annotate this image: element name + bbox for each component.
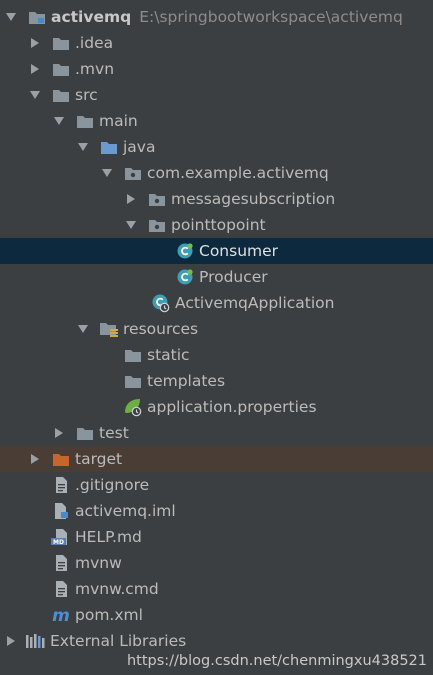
tree-label: Consumer [199, 242, 279, 260]
tree-label: HELP.md [75, 528, 142, 546]
tree-node-static[interactable]: static [0, 342, 433, 368]
tree-label: ActivemqApplication [175, 294, 335, 312]
tree-label: static [147, 346, 190, 364]
tree-label: main [99, 112, 138, 130]
tree-label: pom.xml [75, 606, 143, 624]
tree-label: com.example.activemq [147, 164, 329, 182]
library-icon [25, 628, 45, 654]
tree-label: mvnw.cmd [75, 580, 159, 598]
chevron-right-icon[interactable] [3, 628, 19, 654]
tree-label: pointtopoint [171, 216, 266, 234]
tree-label: src [75, 86, 98, 104]
tree-label: resources [123, 320, 199, 338]
tree-label: mvnw [75, 554, 122, 572]
folder-icon [51, 56, 71, 82]
tree-node-activemq[interactable]: activemq E:\springbootworkspace\activemq [0, 4, 433, 30]
text-file-icon [51, 472, 71, 498]
tree-label: application.properties [147, 398, 317, 416]
tree-label: java [123, 138, 156, 156]
folder-icon [51, 30, 71, 56]
markdown-file-icon: MD [51, 524, 71, 550]
tree-node-pointtopoint[interactable]: pointtopoint [0, 212, 433, 238]
tree-node-help-md[interactable]: MD HELP.md [0, 524, 433, 550]
chevron-right-icon[interactable] [27, 446, 43, 472]
tree-label: test [99, 424, 129, 442]
folder-icon [51, 82, 71, 108]
watermark: https://blog.csdn.net/chenmingxu438521 [126, 653, 427, 669]
maven-icon: m [51, 602, 71, 628]
spring-boot-class-icon [151, 290, 171, 316]
tree-label: .gitignore [75, 476, 150, 494]
tree-node-test[interactable]: test [0, 420, 433, 446]
chevron-down-icon[interactable] [123, 212, 139, 238]
tree-label: activemq.iml [75, 502, 176, 520]
tree-node-main[interactable]: main [0, 108, 433, 134]
folder-icon [123, 368, 143, 394]
project-tree: activemq E:\springbootworkspace\activemq … [0, 4, 433, 654]
module-file-icon [51, 498, 71, 524]
chevron-down-icon[interactable] [3, 4, 19, 30]
module-folder-icon [27, 4, 47, 30]
project-name: activemq E:\springbootworkspace\activemq [51, 4, 403, 30]
chevron-down-icon[interactable] [99, 160, 115, 186]
tree-node-activemq-iml[interactable]: activemq.iml [0, 498, 433, 524]
tree-label: target [75, 450, 123, 468]
tree-label: templates [147, 372, 226, 390]
svg-text:MD: MD [53, 539, 64, 546]
package-icon [147, 186, 167, 212]
tree-node-resources[interactable]: resources [0, 316, 433, 342]
chevron-right-icon[interactable] [123, 186, 139, 212]
chevron-right-icon[interactable] [51, 420, 67, 446]
tree-node-java[interactable]: java [0, 134, 433, 160]
java-class-icon [175, 264, 195, 290]
package-icon [147, 212, 167, 238]
project-name-text: activemq [51, 8, 132, 26]
tree-node-application-properties[interactable]: application.properties [0, 394, 433, 420]
resources-folder-icon [99, 316, 119, 342]
text-file-icon [51, 550, 71, 576]
folder-icon [75, 420, 95, 446]
tree-node-templates[interactable]: templates [0, 368, 433, 394]
chevron-down-icon[interactable] [51, 108, 67, 134]
tree-node-gitignore[interactable]: .gitignore [0, 472, 433, 498]
tree-node-consumer[interactable]: Consumer [0, 238, 433, 264]
tree-label: .mvn [75, 60, 115, 78]
folder-icon [123, 342, 143, 368]
spring-leaf-icon [123, 394, 143, 420]
excluded-folder-icon [51, 446, 71, 472]
package-icon [123, 160, 143, 186]
tree-node-mvnw[interactable]: mvnw [0, 550, 433, 576]
tree-node-producer[interactable]: Producer [0, 264, 433, 290]
tree-label: External Libraries [50, 632, 187, 650]
chevron-right-icon[interactable] [27, 30, 43, 56]
tree-label: messagesubscription [171, 190, 336, 208]
tree-node-package[interactable]: com.example.activemq [0, 160, 433, 186]
project-path: E:\springbootworkspace\activemq [139, 8, 403, 26]
text-file-icon [51, 576, 71, 602]
tree-node-external-libraries[interactable]: External Libraries [0, 628, 433, 654]
tree-node-messagesubscription[interactable]: messagesubscription [0, 186, 433, 212]
svg-text:m: m [52, 606, 70, 624]
tree-node-mvnw-cmd[interactable]: mvnw.cmd [0, 576, 433, 602]
chevron-down-icon[interactable] [75, 134, 91, 160]
tree-node-pom-xml[interactable]: m pom.xml [0, 602, 433, 628]
folder-icon [75, 108, 95, 134]
tree-node-mvn[interactable]: .mvn [0, 56, 433, 82]
tree-node-idea[interactable]: .idea [0, 30, 433, 56]
chevron-down-icon[interactable] [27, 82, 43, 108]
tree-node-activemq-application[interactable]: ActivemqApplication [0, 290, 433, 316]
java-class-icon [175, 238, 195, 264]
tree-node-target[interactable]: target [0, 446, 433, 472]
tree-node-src[interactable]: src [0, 82, 433, 108]
chevron-down-icon[interactable] [75, 316, 91, 342]
tree-label: .idea [75, 34, 114, 52]
source-folder-icon [99, 134, 119, 160]
tree-label: Producer [199, 268, 268, 286]
chevron-right-icon[interactable] [27, 56, 43, 82]
